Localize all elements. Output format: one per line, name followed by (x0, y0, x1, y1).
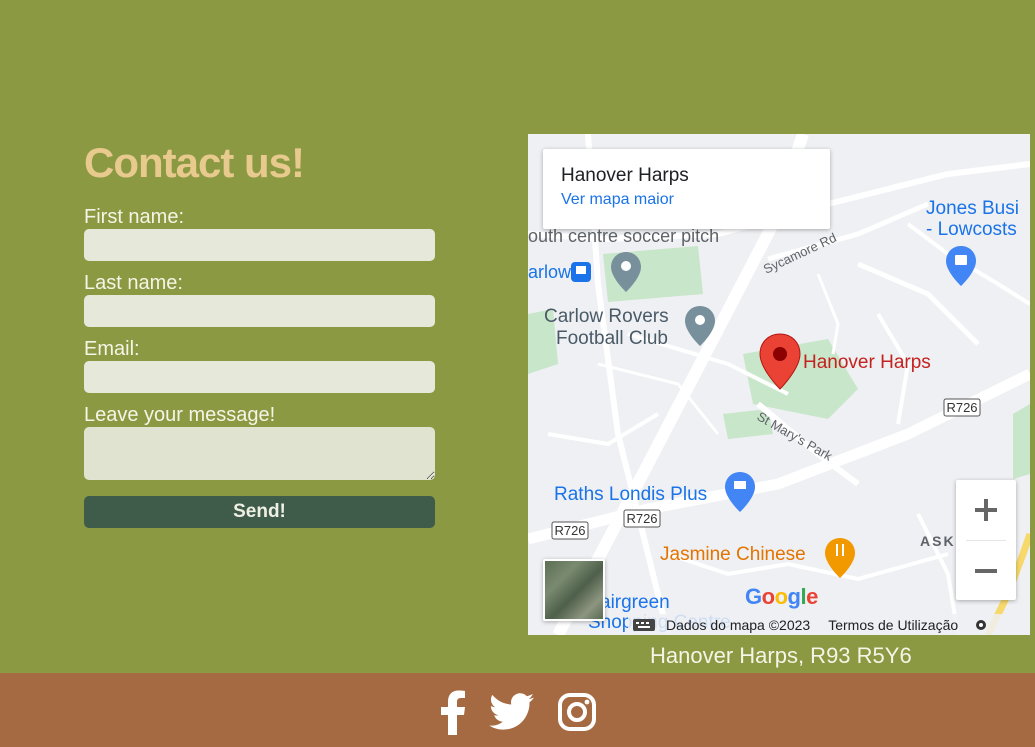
road (547, 412, 660, 447)
instagram-icon (557, 692, 596, 731)
map-label-jones-line2: - Lowcosts (926, 219, 1017, 240)
page-title: Contact us! (84, 139, 305, 186)
twitter-icon (488, 692, 534, 730)
map-attribution-bar: Dados do mapa ©2023 Termos de Utilização (628, 614, 1030, 635)
map-label-fairgreen-line1: airgreen (600, 592, 670, 613)
shopping-bag-icon (946, 246, 976, 286)
map-label-jones-line1: Jones Busi (926, 198, 1019, 219)
message-label: Leave your message! (84, 404, 276, 426)
svg-text:R726: R726 (626, 511, 657, 526)
email-input[interactable] (84, 361, 435, 393)
map-label-carlow: arlow (528, 262, 572, 282)
twitter-link[interactable] (488, 692, 535, 736)
map-label-rovers-line2: Football Club (556, 328, 668, 349)
place-name: Hanover Harps (561, 165, 689, 186)
contact-form: Contact us! First name: Last name: Email… (84, 140, 435, 528)
view-larger-map-link[interactable]: Ver mapa maior (561, 189, 812, 211)
shopping-cart-icon (725, 472, 755, 512)
bus-stop-icon (571, 262, 591, 282)
send-button[interactable]: Send! (84, 496, 435, 528)
map-label-raths-londis: Raths Londis Plus (554, 484, 707, 505)
svg-text:R726: R726 (946, 400, 977, 415)
email-label: Email: (84, 338, 140, 360)
last-name-label: Last name: (84, 272, 183, 294)
last-name-input[interactable] (84, 295, 435, 327)
address-text: Hanover Harps, R93 R5Y6 (650, 643, 912, 668)
embedded-map[interactable]: R726 R726 R726 outh centre soccer pitch … (528, 134, 1030, 635)
satellite-toggle[interactable] (543, 559, 605, 621)
terms-link[interactable]: Termos de Utilização (828, 617, 958, 633)
zoom-in-button[interactable] (956, 480, 1016, 540)
route-shield: R726 (623, 509, 661, 528)
footer (0, 673, 1035, 747)
route-shield: R726 (551, 521, 589, 540)
first-name-input[interactable] (84, 229, 435, 261)
minus-icon (975, 569, 997, 573)
place-info-card: Hanover Harps Ver mapa maior (543, 149, 830, 229)
route-shield: R726 (943, 398, 981, 417)
first-name-label: First name: (84, 206, 185, 228)
zoom-out-button[interactable] (956, 541, 1016, 601)
facebook-icon (440, 690, 465, 735)
map-data-attribution: Dados do mapa ©2023 (666, 616, 811, 633)
plus-icon (975, 499, 997, 521)
keyboard-icon[interactable] (632, 618, 656, 632)
message-textarea[interactable] (84, 427, 435, 480)
map-label-jasmine: Jasmine Chinese (660, 544, 806, 565)
report-bug-icon[interactable] (974, 618, 988, 632)
map-label-marker: Hanover Harps (803, 352, 931, 373)
facebook-link[interactable] (439, 689, 467, 740)
zoom-controls (956, 480, 1016, 600)
park-area (1013, 404, 1030, 479)
map-label-rovers-line1: Carlow Rovers (544, 306, 669, 327)
svg-text:R726: R726 (554, 523, 585, 538)
google-logo: Google (745, 584, 818, 609)
instagram-link[interactable] (557, 692, 597, 737)
map-label-soccer-pitch: outh centre soccer pitch (528, 226, 719, 246)
